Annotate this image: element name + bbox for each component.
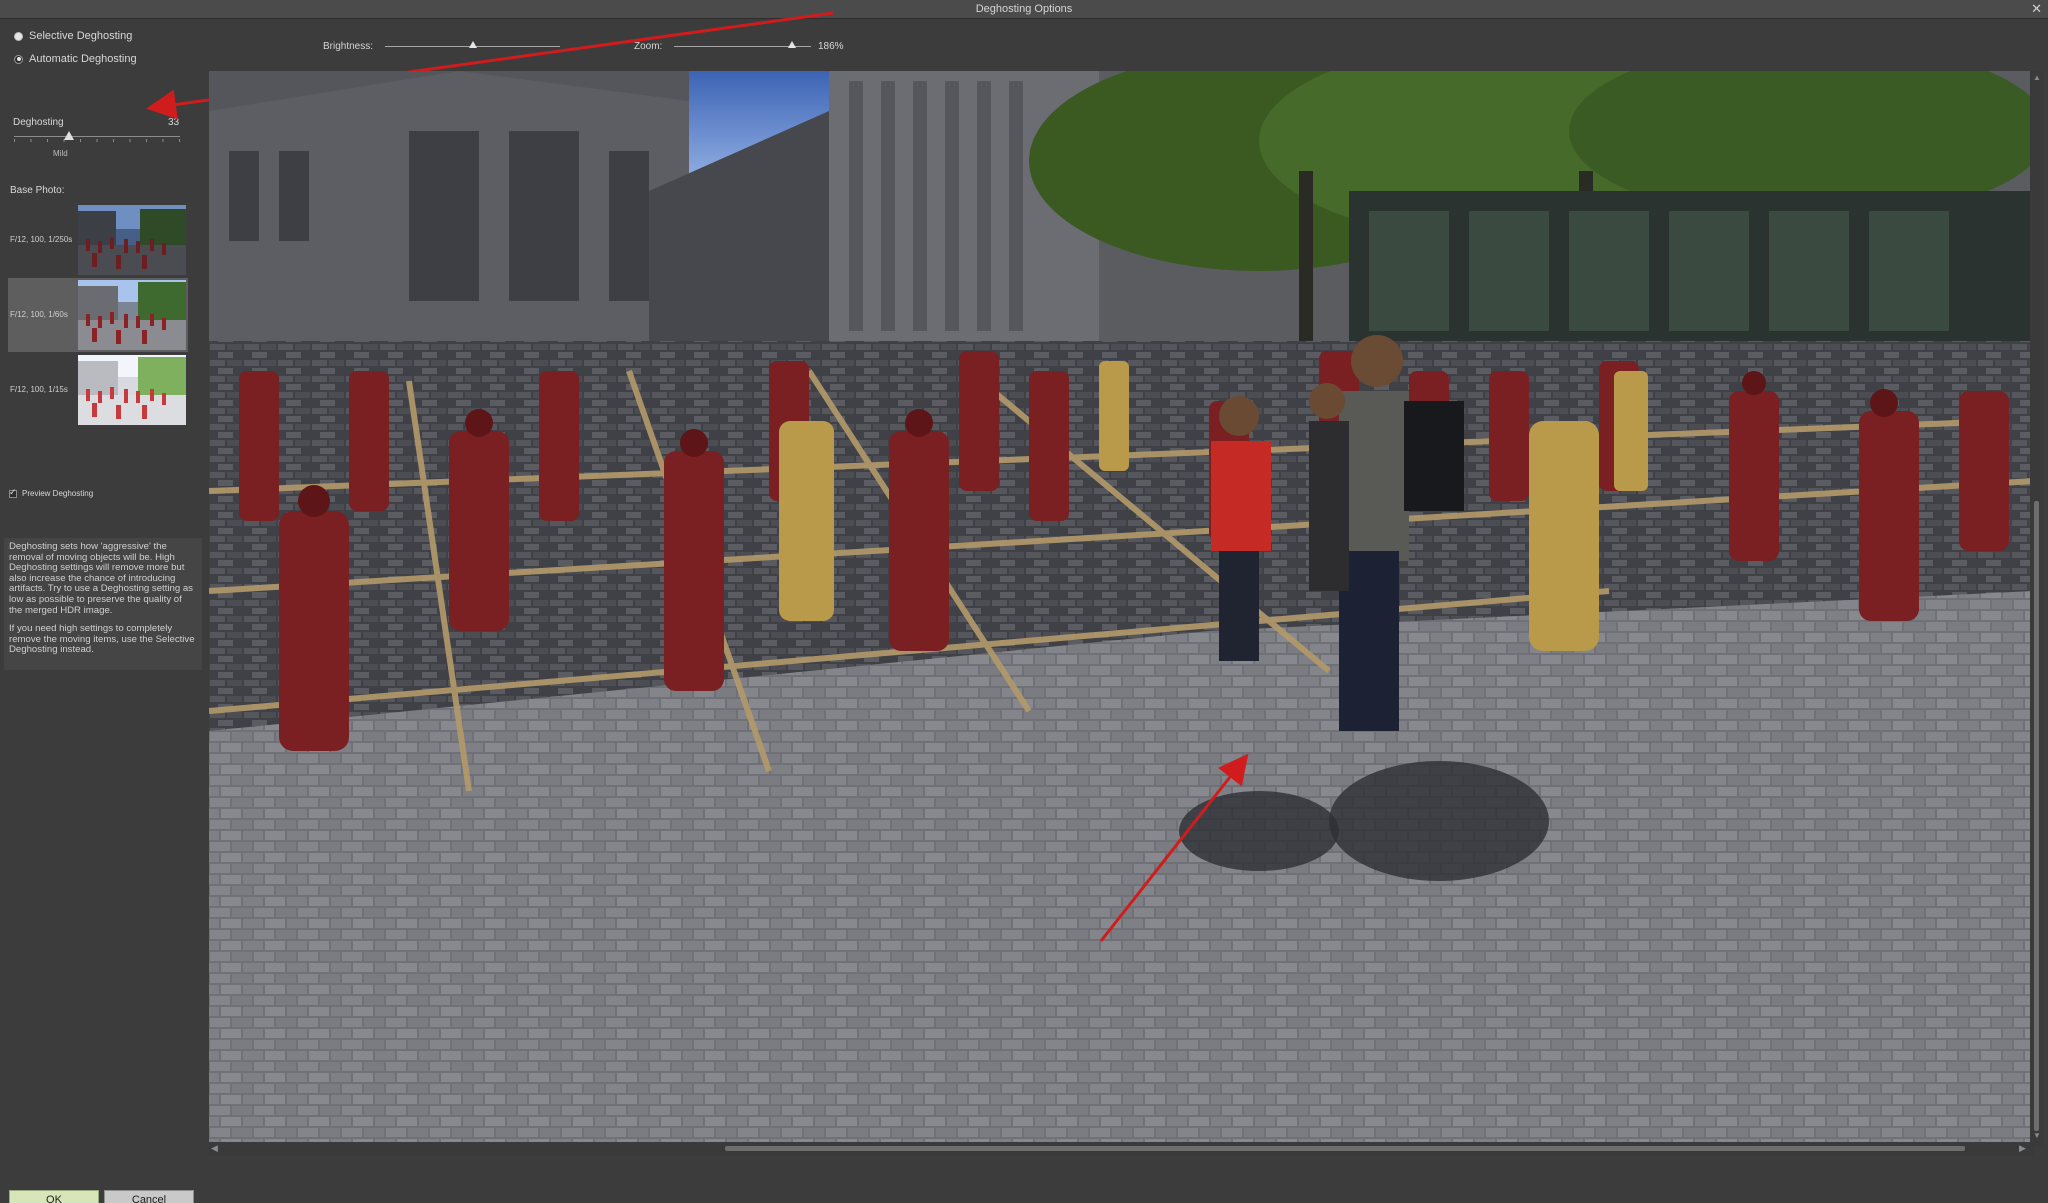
selective-deghosting-label: Selective Deghosting	[29, 30, 133, 42]
preview-deghosting-checkbox[interactable]: Preview Deghosting	[9, 487, 94, 498]
base-photo-caption: F/12, 100, 1/15s	[10, 385, 68, 394]
base-photo-item[interactable]: F/12, 100, 1/15s	[8, 353, 188, 427]
base-photo-caption: F/12, 100, 1/60s	[10, 310, 68, 319]
automatic-deghosting-radio[interactable]: Automatic Deghosting	[14, 53, 137, 65]
deghosting-label: Deghosting	[13, 117, 64, 128]
base-photo-label: Base Photo:	[10, 185, 65, 196]
base-photo-item[interactable]: F/12, 100, 1/250s	[8, 203, 188, 277]
radio-unchecked-icon[interactable]	[14, 31, 23, 41]
info-paragraph-1: Deghosting sets how 'aggressive' the rem…	[9, 541, 193, 616]
base-photo-thumbnail	[78, 280, 186, 350]
automatic-deghosting-label: Automatic Deghosting	[29, 53, 137, 65]
zoom-slider-thumb[interactable]	[787, 41, 796, 48]
info-paragraph-2: If you need high settings to completely …	[9, 623, 195, 656]
ok-button[interactable]: OK	[9, 1190, 99, 1203]
horizontal-scrollbar[interactable]: ◀ ▶	[209, 1142, 2034, 1156]
title-bar: Deghosting Options ✕	[0, 0, 2048, 19]
preview-deghosting-label: Preview Deghosting	[22, 489, 94, 498]
base-photo-caption: F/12, 100, 1/250s	[10, 235, 73, 244]
zoom-value: 186%	[818, 41, 844, 52]
deghosting-slider-ticks	[14, 139, 180, 142]
deghosting-slider-thumb[interactable]	[63, 131, 74, 140]
scroll-left-icon[interactable]: ◀	[211, 1143, 218, 1154]
scroll-down-icon[interactable]: ▼	[2033, 1131, 2041, 1140]
brightness-slider-thumb[interactable]	[468, 41, 477, 48]
selective-deghosting-radio[interactable]: Selective Deghosting	[14, 30, 132, 42]
hdr-preview-image[interactable]	[209, 71, 2034, 1142]
scroll-right-icon[interactable]: ▶	[2019, 1143, 2026, 1154]
base-photo-thumbnail	[78, 355, 186, 425]
deghosting-info-box: Deghosting sets how 'aggressive' the rem…	[4, 538, 202, 670]
deghosting-value: 33	[168, 117, 180, 128]
scroll-up-icon[interactable]: ▲	[2033, 73, 2041, 82]
deghosting-slider-track[interactable]	[14, 136, 180, 137]
checkbox-checked-icon[interactable]	[9, 487, 17, 498]
left-panel: Selective Deghosting Automatic Deghostin…	[0, 20, 206, 1203]
radio-checked-icon[interactable]	[14, 54, 23, 64]
zoom-label: Zoom:	[634, 41, 663, 52]
deghosting-level-label: Mild	[53, 149, 68, 158]
window-title: Deghosting Options	[975, 3, 1073, 15]
base-photo-thumbnail	[78, 205, 186, 275]
brightness-label: Brightness:	[323, 41, 374, 52]
base-photo-item[interactable]: F/12, 100, 1/60s	[8, 278, 188, 352]
vertical-scroll-thumb[interactable]	[2034, 501, 2039, 1131]
vertical-scrollbar[interactable]: ▲ ▼	[2030, 71, 2044, 1146]
horizontal-scroll-thumb[interactable]	[725, 1146, 1965, 1151]
close-icon[interactable]: ✕	[2031, 1, 2042, 17]
cancel-button[interactable]: Cancel	[104, 1190, 194, 1203]
